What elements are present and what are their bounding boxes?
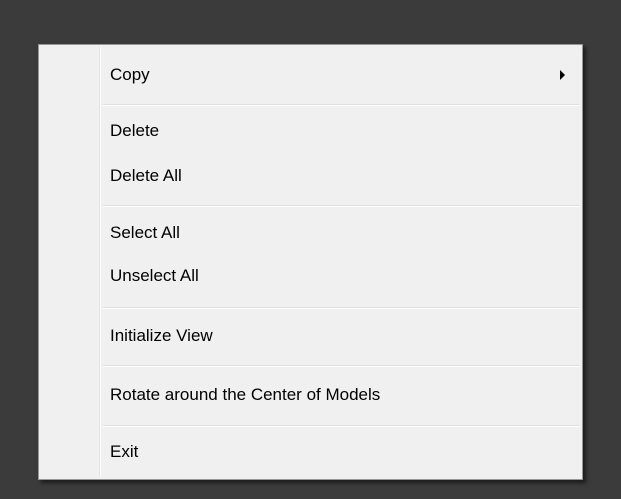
menu-item-label: Exit <box>110 442 139 461</box>
chevron-right-icon <box>560 70 565 80</box>
menu-item-label: Select All <box>110 223 180 242</box>
menu-item-rotate-around-center[interactable]: Rotate around the Center of Models <box>42 375 579 415</box>
menu-separator <box>103 307 579 309</box>
menu-item-label: Delete <box>110 121 160 140</box>
menu-item-label: Initialize View <box>110 326 213 345</box>
context-menu: Copy Delete Delete All Select All Unsele… <box>38 44 583 480</box>
menu-item-exit[interactable]: Exit <box>42 432 579 472</box>
menu-separator <box>103 365 579 367</box>
menu-item-select-all[interactable]: Select All <box>42 213 579 253</box>
menu-item-label: Rotate around the Center of Models <box>110 385 381 404</box>
menu-item-delete[interactable]: Delete <box>42 111 579 151</box>
menu-item-initialize-view[interactable]: Initialize View <box>42 316 579 356</box>
menu-separator <box>103 205 579 207</box>
menu-item-copy[interactable]: Copy <box>42 55 579 95</box>
menu-item-label: Copy <box>110 65 150 84</box>
menu-item-label: Unselect All <box>110 266 199 285</box>
menu-separator <box>103 425 579 427</box>
menu-item-label: Delete All <box>110 166 182 185</box>
menu-item-delete-all[interactable]: Delete All <box>42 156 579 196</box>
menu-item-unselect-all[interactable]: Unselect All <box>42 256 579 296</box>
menu-separator <box>103 104 579 106</box>
